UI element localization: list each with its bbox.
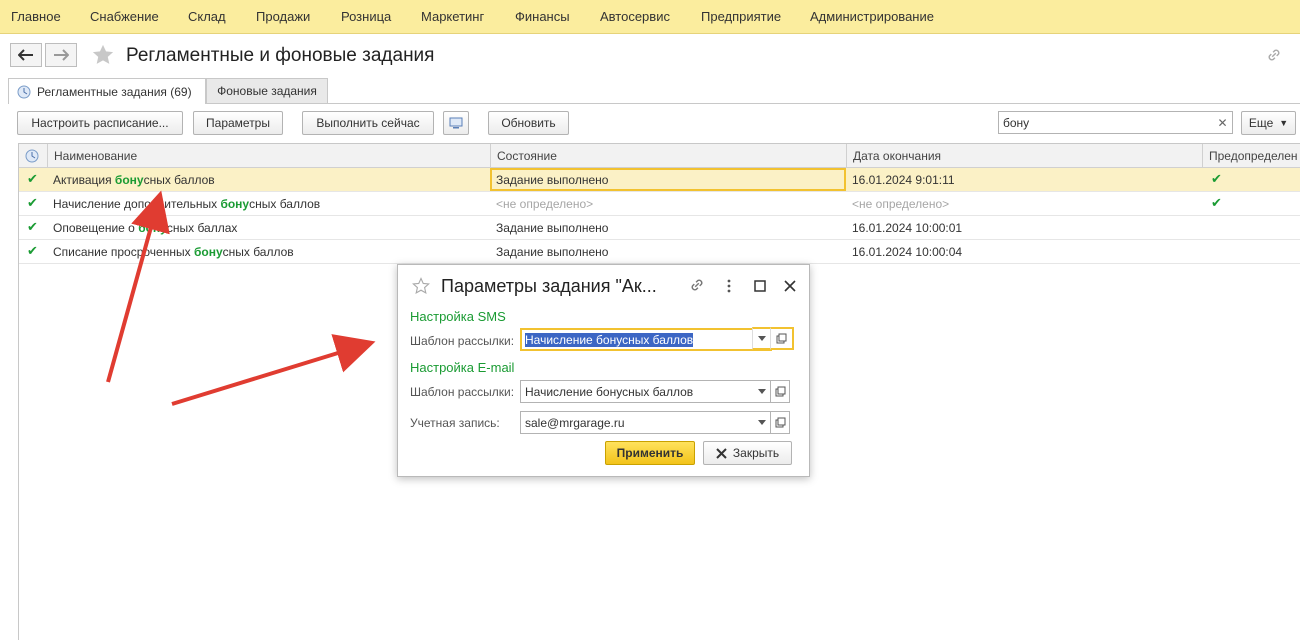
top-menu-bar: Главное Снабжение Склад Продажи Розница … xyxy=(0,0,1300,34)
column-header-predefined[interactable]: Предопределен xyxy=(1202,144,1300,168)
job-end-date: 16.01.2024 9:01:11 xyxy=(852,173,955,187)
job-name: Оповещение о бонусных баллах xyxy=(53,221,238,235)
account-field[interactable]: sale@mrgarage.ru xyxy=(520,411,772,434)
email-template-field[interactable]: Начисление бонусных баллов xyxy=(520,380,772,403)
chevron-down-icon xyxy=(757,420,766,425)
column-header-name[interactable]: Наименование xyxy=(47,144,490,168)
open-icon xyxy=(776,333,787,344)
close-button[interactable]: Закрыть xyxy=(703,441,792,465)
job-end-date: 16.01.2024 10:00:01 xyxy=(852,221,963,235)
arrow-right-icon xyxy=(54,49,69,61)
dialog-title: Параметры задания "Ак... xyxy=(441,276,657,296)
check-icon: ✔ xyxy=(27,219,38,234)
clock-icon xyxy=(17,85,31,98)
link-icon[interactable] xyxy=(1265,46,1283,64)
check-icon: ✔ xyxy=(27,243,38,258)
email-settings-group: Настройка E-mail xyxy=(410,360,515,375)
maximize-icon[interactable] xyxy=(752,278,768,294)
menu-item-enterprise[interactable]: Предприятие xyxy=(701,9,781,24)
search-input[interactable]: бону xyxy=(998,111,1214,134)
sms-template-field[interactable]: Начисление бонусных баллов xyxy=(520,328,772,351)
open-icon xyxy=(775,417,785,428)
predefined-check-icon: ✔ xyxy=(1211,195,1222,210)
check-icon: ✔ xyxy=(27,195,38,210)
sms-settings-group: Настройка SMS xyxy=(410,309,506,324)
apply-button[interactable]: Применить xyxy=(605,441,695,465)
more-vertical-icon[interactable] xyxy=(721,278,737,294)
menu-item-marketing[interactable]: Маркетинг xyxy=(421,9,484,24)
table-row[interactable]: ✔ Активация бонусных баллов Задание выпо… xyxy=(19,168,1300,192)
chevron-down-icon xyxy=(757,389,766,394)
link-icon[interactable] xyxy=(688,276,706,294)
refresh-button[interactable]: Обновить xyxy=(488,111,569,135)
job-state: Задание выполнено xyxy=(496,245,609,259)
email-template-dropdown[interactable] xyxy=(753,380,771,403)
run-now-button[interactable]: Выполнить сейчас xyxy=(302,111,434,135)
menu-item-main[interactable]: Главное xyxy=(11,9,61,24)
email-template-label: Шаблон рассылки: xyxy=(410,385,515,399)
table-header: Наименование Состояние Дата окончания Пр… xyxy=(19,144,1300,168)
debug-button[interactable] xyxy=(443,111,469,135)
table-row[interactable]: ✔ Оповещение о бонусных баллах Задание в… xyxy=(19,216,1300,240)
parameters-button[interactable]: Параметры xyxy=(193,111,283,135)
tab-label: Регламентные задания (69) xyxy=(37,84,192,99)
more-label: Еще xyxy=(1248,116,1274,130)
menu-item-administration[interactable]: Администрирование xyxy=(810,9,934,24)
job-name: Начисление дополнительных бонусных балло… xyxy=(53,197,321,211)
job-parameters-dialog: Параметры задания "Ак... Настройка SMS Ш… xyxy=(397,264,810,477)
more-button[interactable]: Еще ▼ xyxy=(1241,111,1296,135)
table-row[interactable]: ✔ Начисление дополнительных бонусных бал… xyxy=(19,192,1300,216)
menu-item-warehouse[interactable]: Склад xyxy=(188,9,226,24)
job-state: Задание выполнено xyxy=(496,221,609,235)
page-title: Регламентные и фоновые задания xyxy=(126,45,435,66)
job-end-date: <не определено> xyxy=(852,197,950,211)
back-button[interactable] xyxy=(10,43,42,67)
check-icon: ✔ xyxy=(27,171,38,186)
account-dropdown[interactable] xyxy=(753,411,771,434)
close-label: Закрыть xyxy=(732,446,780,460)
chevron-down-icon: ▼ xyxy=(1279,118,1289,128)
tab-label: Фоновые задания xyxy=(217,84,317,98)
favorite-star-icon[interactable] xyxy=(92,44,114,66)
close-icon xyxy=(716,447,727,459)
account-label: Учетная запись: xyxy=(410,416,500,430)
menu-item-sales[interactable]: Продажи xyxy=(256,9,310,24)
job-state: Задание выполнено xyxy=(490,168,846,191)
menu-item-retail[interactable]: Розница xyxy=(341,9,391,24)
open-icon xyxy=(775,386,785,397)
sms-template-dropdown-button[interactable] xyxy=(752,327,770,350)
chevron-down-icon xyxy=(757,336,766,341)
sms-template-open-button[interactable] xyxy=(770,327,794,350)
clock-icon xyxy=(25,149,39,163)
status-column-header[interactable] xyxy=(19,144,47,168)
monitor-icon xyxy=(449,117,463,129)
configure-schedule-button[interactable]: Настроить расписание... xyxy=(17,111,183,135)
clear-search-icon[interactable]: ✕ xyxy=(1213,111,1233,134)
arrow-left-icon xyxy=(18,49,33,61)
table-row[interactable]: ✔ Списание просроченных бонусных баллов … xyxy=(19,240,1300,264)
menu-item-autoservice[interactable]: Автосервис xyxy=(600,9,670,24)
menu-item-supply[interactable]: Снабжение xyxy=(90,9,159,24)
sms-template-label: Шаблон рассылки: xyxy=(410,334,515,348)
job-end-date: 16.01.2024 10:00:04 xyxy=(852,245,963,259)
column-header-end-date[interactable]: Дата окончания xyxy=(846,144,1202,168)
job-state: <не определено> xyxy=(496,197,594,211)
job-name: Списание просроченных бонусных баллов xyxy=(53,245,294,259)
tab-background-jobs[interactable]: Фоновые задания xyxy=(206,78,328,103)
account-open-button[interactable] xyxy=(771,411,790,434)
column-header-state[interactable]: Состояние xyxy=(490,144,846,168)
menu-item-finance[interactable]: Финансы xyxy=(515,9,570,24)
predefined-check-icon: ✔ xyxy=(1211,171,1222,186)
email-template-open-button[interactable] xyxy=(771,380,790,403)
forward-button[interactable] xyxy=(45,43,77,67)
tab-scheduled-jobs[interactable]: Регламентные задания (69) xyxy=(8,78,206,104)
favorite-star-icon[interactable] xyxy=(412,277,430,295)
close-icon[interactable] xyxy=(782,278,798,294)
job-name: Активация бонусных баллов xyxy=(53,173,215,187)
